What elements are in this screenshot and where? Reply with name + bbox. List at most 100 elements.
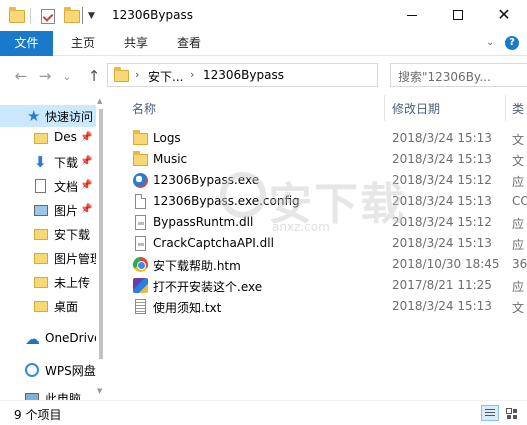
folder-icon (34, 277, 48, 288)
navigation-bar: ← → ⌄ ↑ › 安下... › 12306Bypass ⌄ ↻ 搜索"123… (0, 57, 527, 95)
sidebar-item-label: Des (54, 130, 77, 144)
up-button[interactable]: ↑ (84, 66, 104, 86)
help-icon[interactable]: ? (505, 36, 519, 50)
column-divider[interactable] (384, 95, 385, 121)
file-row[interactable]: Music 2018/3/24 15:13 文 (106, 149, 527, 170)
file-name: Logs (153, 131, 181, 145)
sidebar-item-anxz[interactable]: 安下载 (0, 223, 96, 245)
scrollbar-thumb[interactable] (99, 109, 103, 359)
file-name: 使用须知.txt (153, 301, 222, 315)
tab-home[interactable]: 主页 (57, 31, 109, 56)
file-row[interactable]: 12306Bypass.exe 2018/3/24 15:12 应 (106, 170, 527, 191)
maximize-button[interactable] (435, 0, 481, 30)
divider (30, 8, 31, 24)
search-input[interactable]: 搜索"12306By... (390, 63, 527, 87)
file-type: 文 (512, 301, 525, 315)
sidebar-item-documents[interactable]: 文档 📌 (0, 175, 96, 197)
file-row[interactable]: 安下载帮助.htm 2018/10/30 18:45 36 (106, 254, 527, 275)
sidebar-item-onedrive[interactable]: ☁ OneDrive (0, 328, 96, 350)
title-bar: ▼ 12306Bypass ✕ (0, 0, 527, 31)
column-header-date[interactable]: 修改日期 (392, 100, 440, 117)
window-title: 12306Bypass (112, 8, 193, 22)
large-icons-view-icon[interactable] (503, 405, 521, 421)
folder-icon (34, 229, 48, 240)
sidebar-item-not-uploaded[interactable]: 未上传 (0, 271, 96, 293)
folder-icon (34, 301, 48, 312)
sidebar-item-this-pc[interactable]: 此电脑 (0, 387, 96, 400)
minimize-icon (407, 14, 417, 16)
sidebar-item-label: OneDrive (45, 331, 96, 345)
sidebar-item-picture-manager[interactable]: 图片管理 (0, 247, 96, 269)
new-folder-icon[interactable] (64, 6, 80, 25)
column-divider[interactable] (505, 95, 506, 121)
file-date: 2017/8/21 11:25 (392, 278, 492, 292)
sidebar-item-label: 下载 (54, 156, 79, 170)
text-file-icon (135, 299, 146, 314)
file-row[interactable]: Logs 2018/3/24 15:13 文 (106, 128, 527, 149)
properties-icon[interactable] (41, 7, 55, 25)
minimize-button[interactable] (389, 0, 435, 30)
column-header-type[interactable]: 类 (512, 100, 524, 117)
app-icon (133, 173, 148, 188)
file-type: 应 (512, 217, 525, 231)
file-type: 文 (512, 133, 525, 147)
divider (82, 7, 83, 24)
file-date: 2018/3/24 15:13 (392, 236, 492, 250)
quick-access-dropdown-icon[interactable]: ▼ (88, 7, 95, 25)
sidebar-item-label: 安下载 (54, 228, 91, 242)
close-button[interactable]: ✕ (481, 0, 527, 30)
setup-icon (133, 278, 148, 293)
file-date: 2018/3/24 15:12 (392, 173, 492, 187)
wps-icon (25, 363, 39, 377)
sidebar-item-desktop-cn[interactable]: 桌面 (0, 295, 96, 317)
forward-arrow-icon: → (38, 67, 52, 85)
file-row[interactable]: CrackCaptchaAPI.dll 2018/3/24 15:13 应 (106, 233, 527, 254)
column-header-name[interactable]: 名称 (132, 100, 156, 117)
file-row[interactable]: 打不开安装这个.exe 2017/8/21 11:25 应 (106, 275, 527, 296)
address-bar[interactable]: › 安下... › 12306Bypass ⌄ ↻ (107, 63, 477, 87)
details-view-icon[interactable] (481, 405, 499, 421)
file-row[interactable]: 使用须知.txt 2018/3/24 15:13 文 (106, 296, 527, 317)
computer-icon (25, 393, 39, 400)
scroll-up-icon[interactable]: ▲ (97, 97, 102, 105)
sidebar-item-downloads[interactable]: ⬇ 下载 📌 (0, 151, 96, 173)
sidebar-item-label: 快速访问 (45, 110, 94, 124)
star-icon: ★ (27, 107, 41, 125)
sidebar-item-label: 图片 (54, 204, 79, 218)
breadcrumb-separator-icon: › (135, 68, 140, 81)
breadcrumb-separator-icon: › (190, 68, 195, 81)
scroll-down-icon[interactable]: ▼ (97, 387, 102, 395)
tab-share[interactable]: 共享 (110, 31, 162, 56)
forward-button[interactable]: → (35, 66, 55, 86)
navigation-pane: ★ 快速访问 Des 📌 ⬇ 下载 📌 文档 📌 图片 📌 安下载 图片管理 未… (0, 95, 96, 400)
file-type: 应 (512, 175, 525, 189)
file-row[interactable]: BypassRuntm.dll 2018/3/24 15:12 应 (106, 212, 527, 233)
close-icon: ✕ (497, 5, 511, 24)
sidebar-item-pictures[interactable]: 图片 📌 (0, 199, 96, 221)
folder-icon (34, 133, 48, 144)
back-arrow-icon: ← (14, 67, 28, 85)
sidebar-item-wps-drive[interactable]: WPS网盘 (0, 359, 96, 381)
file-name: 12306Bypass.exe (153, 173, 260, 187)
chevron-down-icon: ⌄ (62, 69, 72, 83)
sidebar-item-label: 未上传 (54, 276, 91, 290)
dll-icon (135, 215, 146, 230)
file-name: CrackCaptchaAPI.dll (153, 236, 274, 250)
sidebar-scrollbar[interactable]: ▲ ▼ (96, 95, 106, 400)
sidebar-item-desktop[interactable]: Des 📌 (0, 127, 96, 149)
dll-icon (135, 236, 146, 251)
sidebar-item-label: WPS网盘 (45, 364, 96, 378)
sidebar-item-quick-access[interactable]: ★ 快速访问 (0, 105, 96, 127)
back-button[interactable]: ← (11, 66, 31, 86)
expand-ribbon-icon[interactable]: ⌄ (486, 37, 494, 48)
sidebar-item-label: 桌面 (54, 300, 79, 314)
tab-file[interactable]: 文件 (0, 31, 53, 56)
tab-view[interactable]: 查看 (163, 31, 215, 56)
breadcrumb-item[interactable]: 12306Bypass (203, 68, 284, 82)
file-row[interactable]: 12306Bypass.exe.config 2018/3/24 15:13 C… (106, 191, 527, 212)
folder-icon (133, 151, 148, 166)
breadcrumb-item[interactable]: 安下... (148, 68, 183, 85)
download-icon: ⬇ (34, 153, 47, 171)
recent-locations-button[interactable]: ⌄ (57, 66, 77, 86)
file-date: 2018/3/24 15:13 (392, 131, 492, 145)
